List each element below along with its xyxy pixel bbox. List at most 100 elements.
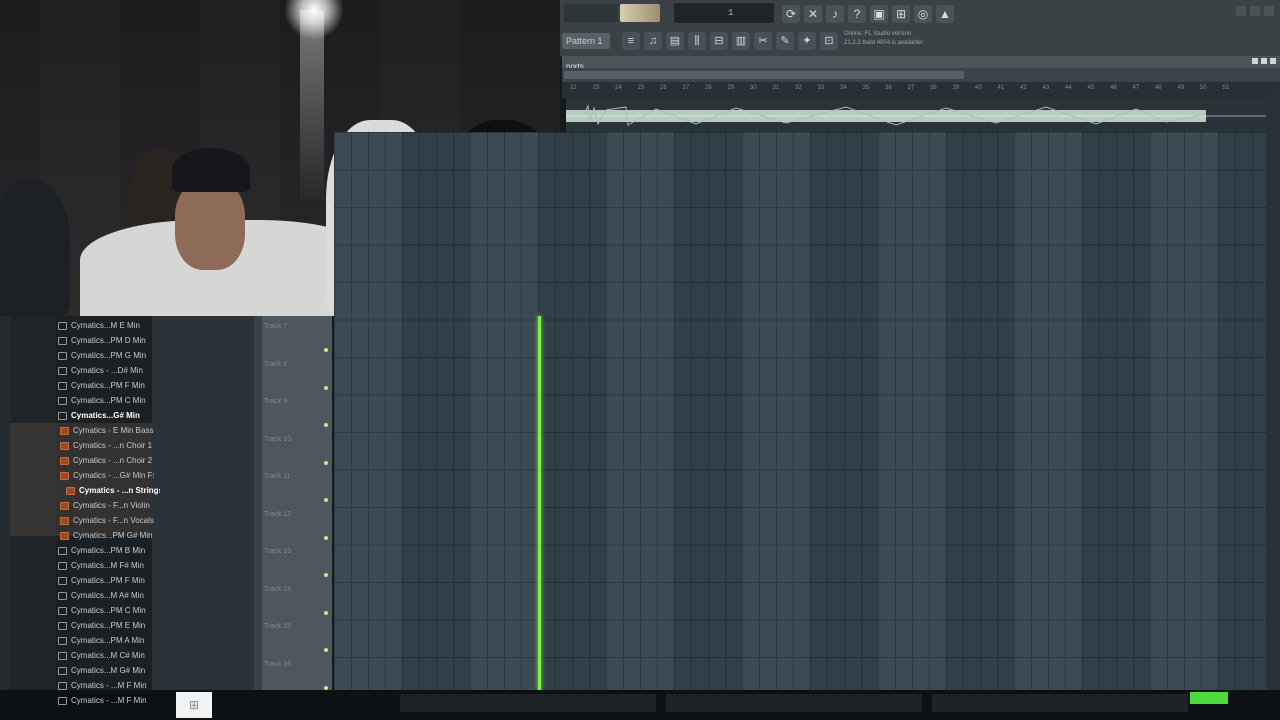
browser-item[interactable]: Cymatics...M A# Min — [58, 588, 152, 603]
track-label[interactable]: Track 9 — [264, 393, 324, 431]
browser-item[interactable]: Cymatics...G# Min — [58, 408, 152, 423]
ruler-bar-number: 22 — [570, 85, 577, 91]
browser-item[interactable]: Cymatics - ...M F Min — [58, 693, 152, 708]
browser-item[interactable]: Cymatics - ...G# Min Fx — [60, 468, 154, 483]
browser-item[interactable]: Cymatics...M F# Min — [58, 558, 152, 573]
minimize-icon[interactable] — [1252, 58, 1258, 64]
plugin-picker-icon[interactable]: ⊟ — [710, 32, 728, 50]
horizontal-scrollbar[interactable] — [562, 68, 1280, 82]
track-label[interactable]: Track 16 — [264, 656, 324, 694]
track-enable-led[interactable] — [324, 685, 328, 690]
record-icon[interactable]: ✕ — [804, 5, 822, 23]
browser-item[interactable]: Cymatics - ...n Strings — [66, 483, 160, 498]
track-enable-led[interactable] — [324, 535, 328, 540]
track-enable-led[interactable] — [324, 423, 328, 427]
browser-item[interactable]: Cymatics...PM G# Min — [60, 528, 154, 543]
browser-item[interactable]: Cymatics...PM C Min — [58, 393, 152, 408]
taskbar-app[interactable] — [400, 694, 656, 712]
browser-item[interactable]: Cymatics...PM F Min — [58, 573, 152, 588]
browser-item[interactable]: Cymatics...PM F Min — [58, 378, 152, 393]
maximize-icon[interactable] — [1261, 58, 1267, 64]
save-icon[interactable]: ▣ — [870, 5, 888, 23]
track-headers: Track 7 Track 8 Track 9 Track 10 Track 11 Tra… — [262, 316, 332, 690]
ruler-bar-number: 24 — [615, 85, 622, 91]
metronome-icon[interactable]: ⟳ — [782, 5, 800, 23]
window-controls — [1236, 6, 1276, 18]
browser-item[interactable]: Cymatics...PM E Min — [58, 618, 152, 633]
track-enable-led[interactable] — [324, 460, 328, 465]
playlist-icon[interactable]: ≡ — [622, 32, 640, 50]
track-enable-led[interactable] — [324, 610, 328, 615]
ruler-bar-number: 47 — [1132, 85, 1140, 91]
mute-icon[interactable]: ✦ — [798, 32, 816, 50]
panel-divider[interactable] — [254, 316, 262, 690]
slip-icon[interactable]: ⊡ — [820, 32, 838, 50]
close-icon[interactable] — [1270, 58, 1276, 64]
playhead[interactable] — [538, 316, 541, 692]
browser-item[interactable]: Cymatics...M G# Min — [58, 663, 152, 678]
piano-roll-icon[interactable]: ♫ — [644, 32, 662, 50]
browser-item[interactable]: Cymatics - E Min Bass — [60, 423, 154, 438]
mixer-view-icon[interactable]: ⫼ — [688, 32, 706, 50]
folder-icon — [58, 621, 67, 630]
browser-item[interactable]: Cymatics - ...D# Min — [58, 363, 152, 378]
track-enable-led[interactable] — [324, 498, 328, 502]
browser-item[interactable]: Cymatics - F...n Vocals — [60, 513, 154, 528]
vertical-scrollbar[interactable] — [1266, 82, 1280, 690]
browser-item-label: Cymatics...PM E Min — [71, 621, 146, 630]
track-enable-led[interactable] — [324, 573, 328, 577]
track-label[interactable]: Track 14 — [264, 581, 324, 619]
track-label[interactable]: Track 10 — [264, 431, 324, 469]
export-icon[interactable]: ▲ — [936, 5, 954, 23]
help-icon[interactable]: ? — [848, 5, 866, 23]
browser-item[interactable]: Cymatics...M E Min — [58, 318, 152, 333]
browser-item[interactable]: Cymatics - ...n Choir 1 — [60, 438, 154, 453]
cut-icon[interactable]: ✂ — [754, 32, 772, 50]
ruler-bar-number: 37 — [907, 85, 915, 91]
channel-rack-icon[interactable]: ▤ — [666, 32, 684, 50]
track-enable-led[interactable] — [324, 648, 328, 652]
start-button[interactable]: ⊞ — [176, 692, 212, 718]
browser-item[interactable]: Cymatics - ...n Choir 2 — [60, 453, 154, 468]
browser-item-label: Cymatics...M G# Min — [71, 666, 146, 675]
track-label[interactable]: Track 7 — [264, 318, 324, 356]
paint-icon[interactable]: ✎ — [776, 32, 794, 50]
track-enable-led[interactable] — [324, 385, 328, 390]
taskbar-app[interactable] — [932, 694, 1188, 712]
news-ticker[interactable]: Online: FL Studio version 21.2.3 build 4… — [844, 30, 948, 52]
browser-item[interactable]: Cymatics...PM G Min — [58, 348, 152, 363]
mixer-icon[interactable]: ⊞ — [892, 5, 910, 23]
browser-item[interactable]: Cymatics...PM A Min — [58, 633, 152, 648]
browser-item[interactable]: Cymatics...PM C Min — [58, 603, 152, 618]
timeline-ruler[interactable]: 22 23 24 25 26 27 28 29 30 31 32 33 34 35 36 37 38 39 40 41… — [562, 82, 1280, 99]
master-volume[interactable] — [620, 4, 660, 22]
ruler-bar-number: 49 — [1177, 85, 1185, 91]
track-label[interactable]: Track 15 — [264, 618, 324, 656]
audio-clip-track[interactable] — [566, 98, 1266, 132]
track-enable-led[interactable] — [324, 348, 328, 352]
folder-icon — [58, 351, 67, 360]
news-line-1: Online: FL Studio version — [844, 31, 912, 37]
ruler-bar-number: 32 — [795, 85, 802, 91]
browser-icon[interactable]: ▥ — [732, 32, 750, 50]
browser-item[interactable]: Cymatics...M C# Min — [58, 648, 152, 663]
close-icon[interactable] — [1264, 6, 1274, 16]
browser-item[interactable]: Cymatics - ...M F Min — [58, 678, 152, 693]
browser-item[interactable]: Cymatics...PM B Min — [58, 543, 152, 558]
taskbar-app[interactable] — [666, 694, 922, 712]
chat-icon[interactable]: ◎ — [914, 5, 932, 23]
browser-item[interactable]: Cymatics...PM D Min — [58, 333, 152, 348]
restore-icon[interactable] — [1250, 6, 1260, 16]
browser-item[interactable]: Cymatics - F...n Violin — [60, 498, 154, 513]
pattern-selector[interactable]: Pattern 1 — [562, 33, 610, 49]
track-label[interactable]: Track 11 — [264, 468, 324, 506]
track-label[interactable]: Track 8 — [264, 356, 324, 394]
track-label[interactable]: Track 13 — [264, 543, 324, 581]
ruler-bar-number: 33 — [817, 85, 825, 91]
browser-item-label: Cymatics - ...M F Min — [71, 681, 147, 690]
playlist-grid[interactable] — [334, 132, 1266, 690]
track-label[interactable]: Track 12 — [264, 506, 324, 544]
mic-icon[interactable]: ♪ — [826, 5, 844, 23]
scrollbar-thumb[interactable] — [564, 71, 964, 79]
minimize-icon[interactable] — [1236, 6, 1246, 16]
